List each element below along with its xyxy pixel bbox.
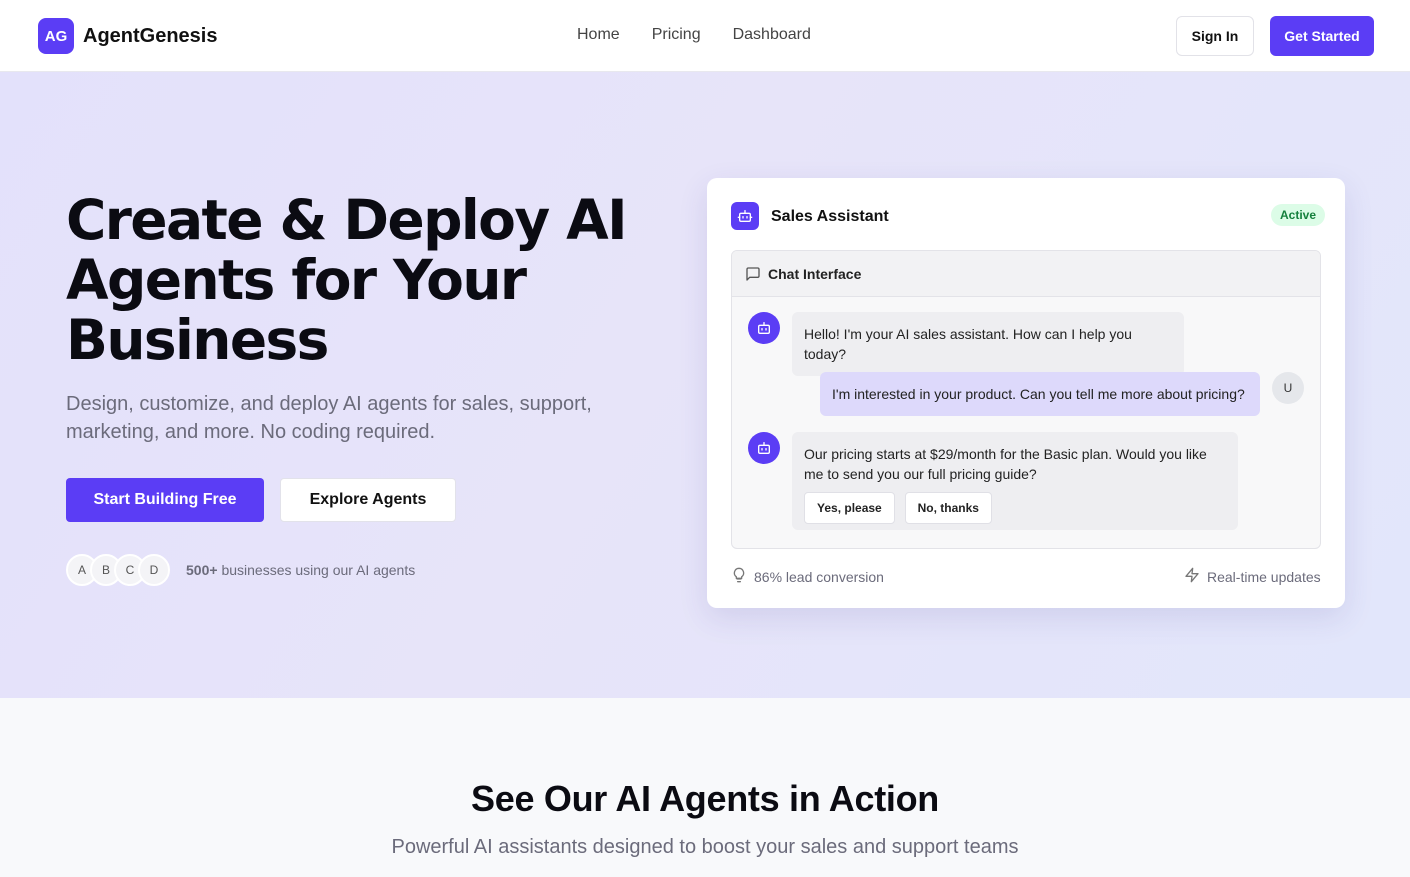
lightning-icon [1184, 567, 1200, 586]
agent-preview-card: Sales Assistant Active Chat Interface He… [707, 178, 1345, 608]
user-avatar: U [1272, 372, 1304, 404]
logo[interactable]: AG AgentGenesis [38, 18, 217, 54]
logo-badge: AG [38, 18, 74, 54]
section-subtitle: Powerful AI assistants designed to boost… [391, 836, 1019, 858]
chat-window: Chat Interface Hello! I'm your AI sales … [731, 250, 1321, 549]
stat-text: 86% lead conversion [754, 568, 884, 585]
nav-pricing[interactable]: Pricing [652, 26, 701, 44]
nav-home[interactable]: Home [577, 26, 620, 44]
start-building-button[interactable]: Start Building Free [66, 478, 264, 522]
status-badge: Active [1271, 204, 1326, 226]
bot-message: Hello! I'm your AI sales assistant. How … [792, 312, 1184, 376]
main-nav: Home Pricing Dashboard [577, 26, 811, 44]
hero-section: Create & Deploy AI Agents for Your Busin… [0, 72, 1410, 698]
agent-name: Sales Assistant [771, 208, 889, 225]
nav-dashboard[interactable]: Dashboard [733, 26, 811, 44]
brand-name: AgentGenesis [83, 24, 218, 47]
quick-reply-yes[interactable]: Yes, please [804, 492, 895, 524]
social-count: 500+ [186, 562, 218, 578]
chat-header: Chat Interface [732, 251, 1320, 297]
stat-text: Real-time updates [1207, 568, 1321, 585]
avatar: D [138, 554, 170, 586]
chat-title: Chat Interface [768, 266, 862, 282]
explore-agents-button[interactable]: Explore Agents [280, 478, 456, 522]
realtime-stat: Real-time updates [1184, 567, 1321, 586]
customer-avatars: A B C D [66, 554, 170, 586]
section-title: See Our AI Agents in Action [471, 778, 939, 819]
lead-conversion-stat: 86% lead conversion [731, 567, 884, 586]
user-message: I'm interested in your product. Can you … [820, 372, 1260, 416]
lightbulb-icon [731, 567, 747, 586]
site-header: AG AgentGenesis Home Pricing Dashboard S… [0, 0, 1410, 72]
social-proof: 500+ businesses using our AI agents [186, 562, 415, 578]
sign-in-button[interactable]: Sign In [1176, 16, 1254, 56]
quick-replies: Yes, please No, thanks [804, 492, 1226, 524]
get-started-button[interactable]: Get Started [1270, 16, 1374, 56]
robot-icon [731, 202, 759, 230]
quick-reply-no[interactable]: No, thanks [904, 492, 992, 524]
hero-subtitle: Design, customize, and deploy AI agents … [66, 393, 592, 443]
bot-message: Our pricing starts at $29/month for the … [792, 432, 1238, 530]
bot-message-text: Our pricing starts at $29/month for the … [804, 446, 1207, 482]
bot-avatar [748, 312, 780, 344]
social-text: businesses using our AI agents [221, 562, 416, 578]
hero-title: Create & Deploy AI Agents for Your Busin… [66, 188, 628, 372]
bot-avatar [748, 432, 780, 464]
message-square-icon [745, 266, 761, 287]
